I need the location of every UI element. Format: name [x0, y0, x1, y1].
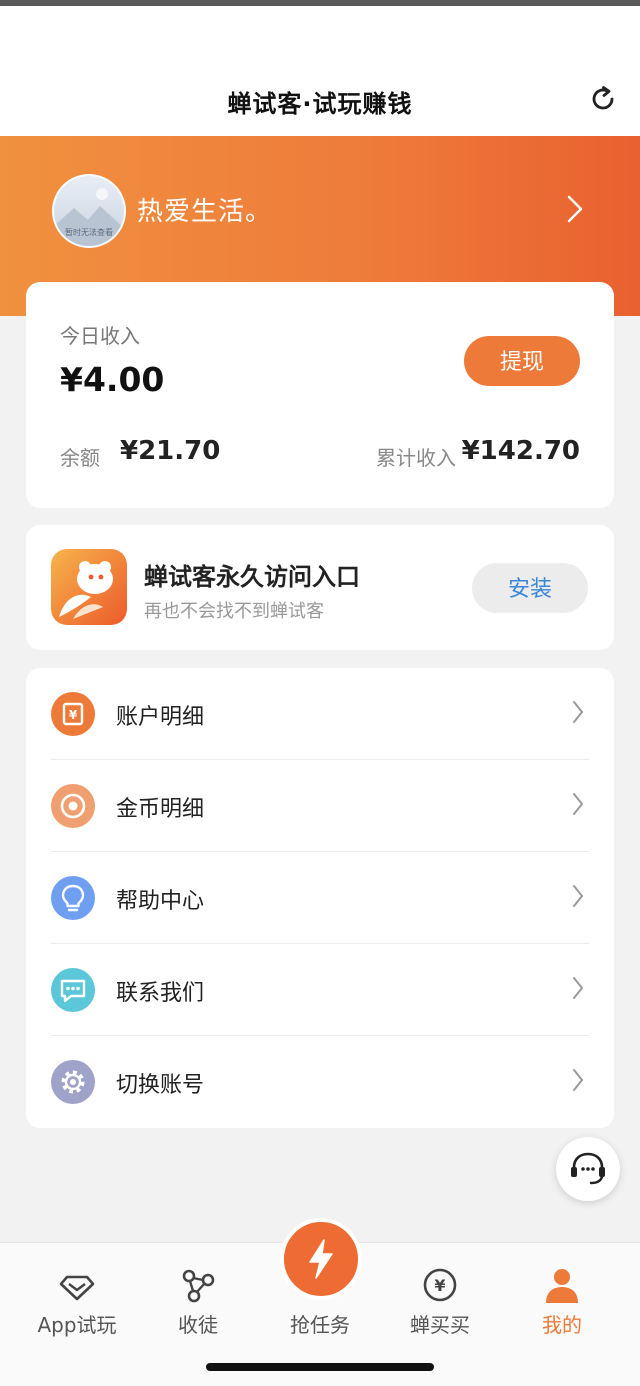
svg-text:¥: ¥ [69, 708, 78, 722]
balance-value: ¥21.70 [120, 436, 221, 466]
menu-label: 金币明细 [116, 797, 205, 822]
chevron-right-icon [572, 1068, 584, 1092]
diamond-icon [57, 1265, 97, 1305]
menu-item-help-center[interactable]: 帮助中心 [26, 852, 614, 944]
tab-app-trial[interactable]: App试玩 [13, 1243, 141, 1343]
tab-label: App试玩 [37, 1313, 117, 1337]
person-icon [542, 1265, 582, 1305]
customer-service-icon[interactable] [556, 1137, 620, 1201]
username: 热爱生活。 [137, 197, 273, 227]
coin-icon [51, 784, 95, 828]
tab-recruit[interactable]: 收徒 [134, 1243, 262, 1343]
lightning-icon[interactable] [280, 1218, 362, 1300]
menu-item-coin-details[interactable]: 金币明细 [26, 760, 614, 852]
menu-label: 帮助中心 [116, 889, 205, 914]
install-button[interactable]: 安装 [472, 563, 588, 613]
today-income-label: 今日收入 [60, 324, 140, 348]
yuan-circle-icon: ¥ [420, 1265, 460, 1305]
nav-bar: 蝉试客·试玩赚钱 [0, 6, 640, 136]
app-logo-icon [51, 549, 127, 625]
account-yuan-icon: ¥ [51, 692, 95, 736]
lightbulb-icon [51, 876, 95, 920]
tab-label: 抢任务 [290, 1313, 350, 1337]
tab-label: 我的 [542, 1313, 582, 1337]
chevron-right-icon [572, 792, 584, 816]
share-icon [178, 1265, 218, 1305]
svg-text:¥: ¥ [434, 1276, 445, 1295]
chevron-right-icon [572, 976, 584, 1000]
home-indicator [206, 1363, 434, 1371]
today-income-value: ¥4.00 [60, 360, 165, 399]
total-income-label: 累计收入 [376, 446, 456, 470]
chevron-right-icon [572, 700, 584, 724]
chat-icon [51, 968, 95, 1012]
withdraw-button[interactable]: 提现 [464, 336, 580, 386]
menu-label: 账户明细 [116, 705, 205, 730]
chevron-right-icon[interactable] [566, 194, 584, 224]
menu-item-switch-account[interactable]: 切换账号 [26, 1036, 614, 1128]
entry-subtitle: 再也不会找不到蝉试客 [144, 601, 324, 622]
menu-item-contact-us[interactable]: 联系我们 [26, 944, 614, 1036]
gear-icon [51, 1060, 95, 1104]
permanent-entry-card: 蝉试客永久访问入口 再也不会找不到蝉试客 安装 [26, 525, 614, 650]
entry-title: 蝉试客永久访问入口 [144, 563, 360, 591]
balance-label: 余额 [60, 446, 100, 470]
tab-label: 蝉买买 [410, 1313, 470, 1337]
total-income-value: ¥142.70 [461, 436, 580, 466]
chevron-right-icon [572, 884, 584, 908]
refresh-icon[interactable] [588, 84, 618, 114]
menu-list: ¥ 账户明细 金币明细 帮助中心 联系我们 切换账号 [26, 668, 614, 1128]
avatar-caption: 暂时无法查看 [65, 228, 113, 237]
menu-label: 切换账号 [116, 1073, 205, 1098]
income-card: 今日收入 ¥4.00 提现 余额 ¥21.70 累计收入 ¥142.70 [26, 282, 614, 508]
tab-chan-maimai[interactable]: ¥ 蝉买买 [376, 1243, 504, 1343]
page-title: 蝉试客·试玩赚钱 [227, 90, 413, 118]
menu-item-account-details[interactable]: ¥ 账户明细 [26, 668, 614, 760]
tab-mine[interactable]: 我的 [498, 1243, 626, 1343]
tab-label: 收徒 [178, 1313, 218, 1337]
menu-label: 联系我们 [116, 981, 205, 1006]
avatar[interactable]: 暂时无法查看 [52, 174, 126, 248]
